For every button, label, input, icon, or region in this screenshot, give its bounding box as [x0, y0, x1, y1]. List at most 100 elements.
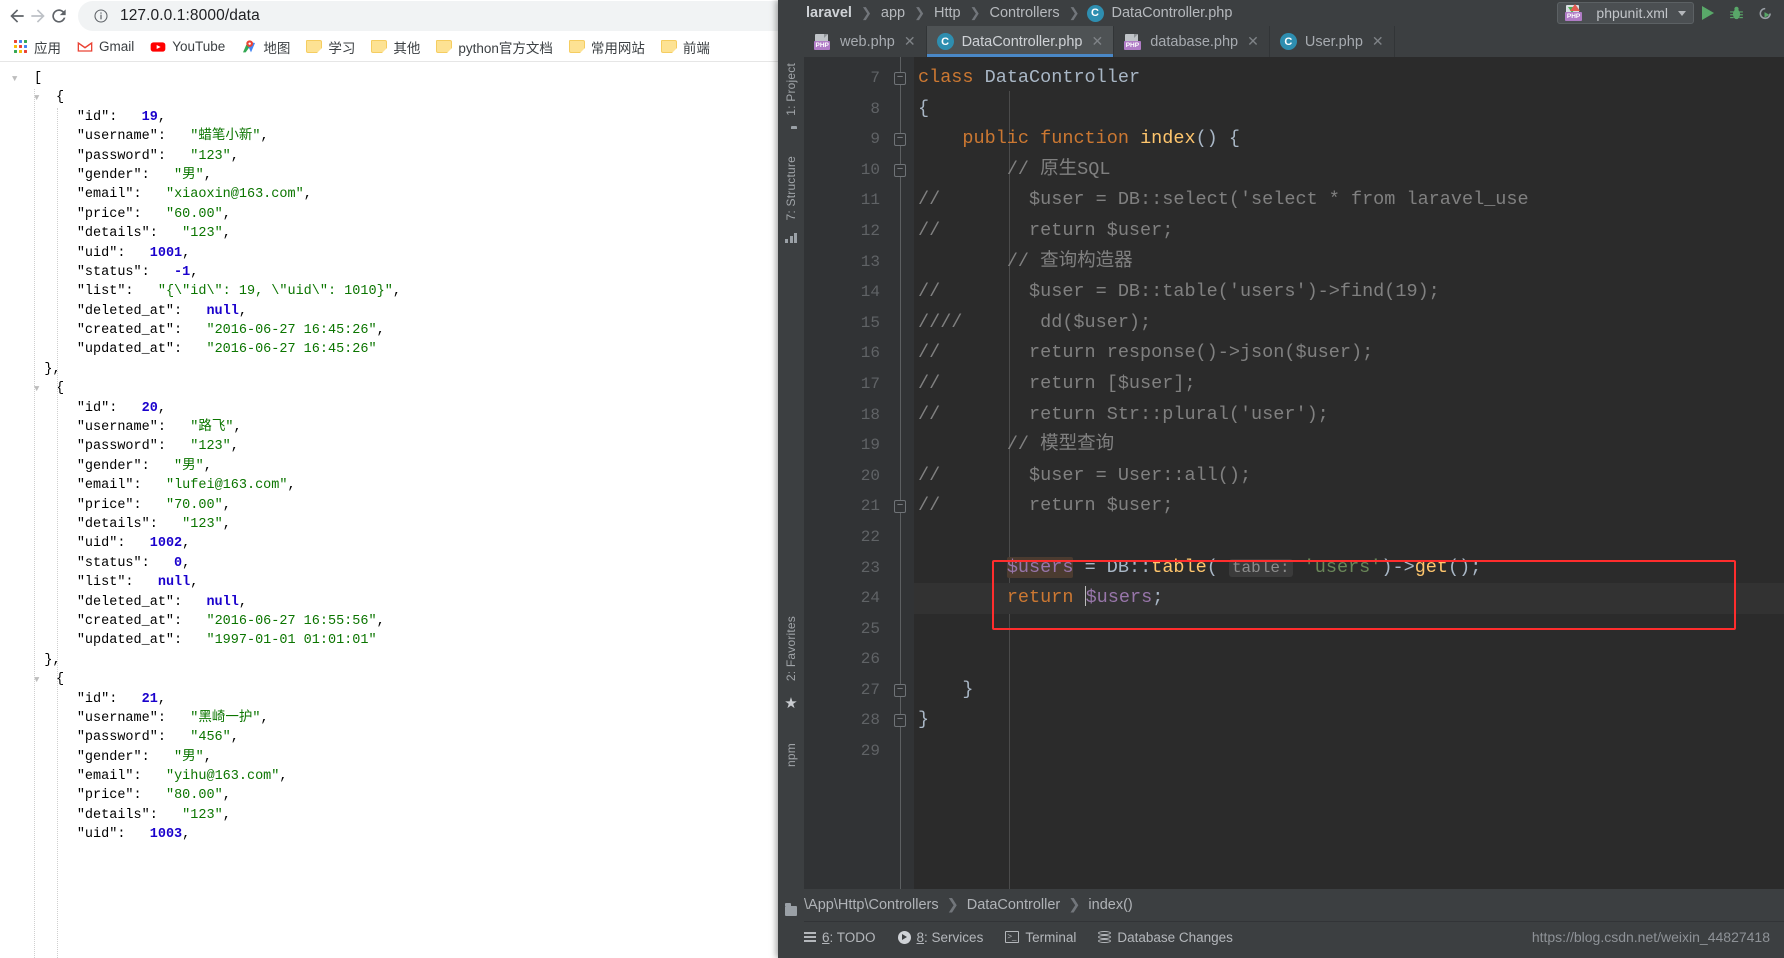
collapse-triangle-icon[interactable]: ▼	[34, 89, 56, 108]
debug-button[interactable]	[1722, 2, 1750, 24]
php-file-icon: PHP	[1124, 33, 1143, 50]
fold-toggle-icon[interactable]: −	[894, 714, 906, 728]
structure-icon[interactable]	[785, 233, 797, 244]
tool-window-favorites[interactable]: 2: Favorites	[784, 610, 798, 687]
close-icon[interactable]: ✕	[1247, 33, 1259, 50]
breadcrumb-controllers[interactable]: Controllers	[987, 5, 1061, 21]
bug-icon	[1729, 6, 1743, 19]
fold-toggle-icon[interactable]: −	[894, 683, 906, 697]
bookmark-label: 其他	[393, 40, 421, 56]
code-content[interactable]: class DataController { public function i…	[914, 57, 1784, 889]
rerun-button[interactable]	[1750, 2, 1778, 24]
fold-toggle-icon[interactable]: −	[894, 163, 906, 177]
tool-window-structure[interactable]: 7: Structure	[784, 150, 798, 226]
bookmark-folder-other[interactable]: 其他	[363, 35, 428, 59]
line-number: 20	[860, 466, 880, 485]
bookmark-apps[interactable]: 应用	[4, 35, 69, 59]
tab-user-php[interactable]: C User.php ✕	[1270, 26, 1395, 57]
tab-label: web.php	[840, 33, 895, 50]
bookmark-folder-pythondocs[interactable]: python官方文档	[428, 35, 561, 59]
code-line: // return $user;	[918, 219, 1174, 241]
watermark-url: https://blog.csdn.net/weixin_44827418	[1531, 929, 1770, 945]
breadcrumb-http[interactable]: Http	[932, 5, 963, 21]
breadcrumb-separator-icon: ❯	[1068, 897, 1081, 913]
code-line: class DataController	[918, 67, 1141, 88]
breadcrumb-separator-icon: ❯	[1068, 5, 1080, 20]
status-terminal[interactable]: >_ Terminal	[1005, 930, 1076, 945]
bookmark-maps[interactable]: 地图	[233, 35, 298, 59]
address-bar-url: 127.0.0.1:8000/data	[119, 7, 260, 24]
reload-button[interactable]	[49, 1, 70, 31]
fold-toggle-icon[interactable]: −	[894, 500, 906, 514]
site-info-icon[interactable]	[92, 7, 110, 25]
line-number: 18	[860, 405, 880, 424]
editor-area: 1: Project 7: Structure 2: Favorites ★ n…	[778, 57, 1784, 889]
terminal-toggle-icon[interactable]	[785, 903, 797, 916]
bookmark-folder-frontend[interactable]: 前端	[653, 35, 718, 59]
code-line: public function index() {	[962, 128, 1240, 150]
close-icon[interactable]: ✕	[1091, 33, 1103, 50]
status-terminal-label: Terminal	[1025, 929, 1077, 945]
back-button[interactable]	[6, 1, 27, 31]
status-todo[interactable]: 6: TODO	[804, 930, 876, 945]
code-line: //// dd($user);	[918, 311, 1152, 333]
forward-button[interactable]	[27, 1, 48, 31]
apps-grid-icon	[12, 39, 28, 55]
line-number: 16	[860, 344, 880, 363]
fold-toggle-icon[interactable]: −	[894, 133, 906, 147]
status-database-changes[interactable]: Database Changes	[1098, 930, 1233, 945]
xml-file-icon: PHP	[1565, 4, 1584, 21]
tool-window-npm[interactable]: npm	[784, 737, 798, 773]
close-icon[interactable]: ✕	[904, 33, 916, 50]
tab-database-php[interactable]: PHP database.php ✕	[1114, 26, 1270, 57]
close-icon[interactable]: ✕	[1372, 33, 1384, 50]
line-number: 24	[860, 589, 880, 608]
line-number: 12	[860, 221, 880, 240]
tab-web-php[interactable]: PHP web.php ✕	[804, 26, 927, 57]
run-button[interactable]	[1694, 2, 1722, 24]
code-line: // return [$user];	[918, 372, 1196, 394]
services-icon	[897, 930, 911, 944]
breadcrumb-file[interactable]: DataController.php	[1110, 5, 1235, 21]
bookmark-folder-study[interactable]: 学习	[298, 35, 363, 59]
back-arrow-icon	[9, 9, 24, 23]
code-line: // return $user;	[918, 495, 1174, 517]
collapse-triangle-icon[interactable]: ▼	[34, 380, 56, 399]
php-class-icon: C	[936, 33, 954, 50]
breadcrumb-namespace[interactable]: \App\Http\Controllers	[804, 897, 939, 913]
editor-breadcrumb: \App\Http\Controllers ❯ DataController ❯…	[778, 889, 1784, 921]
bookmark-gmail[interactable]: Gmail	[69, 37, 142, 57]
line-number: 10−	[804, 155, 914, 186]
status-services[interactable]: 8: Services	[897, 930, 983, 945]
code-line: $users = DB::table( table: 'users')->get…	[1006, 556, 1482, 578]
bookmark-label: 地图	[263, 40, 291, 56]
tab-label: DataController.php	[961, 33, 1083, 50]
code-line-selected: return $users;	[914, 583, 1784, 614]
code-line: // return response()->json($user);	[918, 342, 1374, 364]
collapse-triangle-icon[interactable]: ▼	[12, 70, 34, 89]
folder-icon	[660, 40, 677, 53]
line-number: 23	[860, 558, 880, 577]
fold-toggle-icon[interactable]: −	[894, 72, 906, 85]
line-number: 22	[860, 527, 880, 546]
run-configuration-label: phpunit.xml	[1596, 5, 1668, 21]
folder-icon	[306, 40, 323, 53]
todo-icon	[804, 932, 816, 942]
favorites-star-icon[interactable]: ★	[784, 694, 797, 712]
collapse-triangle-icon[interactable]: ▼	[34, 671, 56, 690]
bookmark-youtube[interactable]: YouTube	[142, 37, 233, 57]
breadcrumb-class[interactable]: DataController	[967, 897, 1061, 913]
tab-datacontroller-php[interactable]: C DataController.php ✕	[926, 26, 1115, 57]
tool-window-project[interactable]: 1: Project	[784, 57, 798, 122]
folder-icon	[436, 40, 453, 53]
bookmark-folder-common-sites[interactable]: 常用网站	[561, 35, 653, 59]
line-number: 28−	[804, 705, 914, 736]
google-maps-icon	[241, 39, 257, 55]
breadcrumb-app[interactable]: app	[879, 5, 907, 21]
breadcrumb-project[interactable]: laravel	[804, 5, 854, 21]
line-number-gutter: 7− 8 9− 10− 11 12 13 14 15 16 17 18 19 2…	[804, 57, 914, 889]
status-bar: 6: TODO 8: Services >_ Terminal Database…	[778, 921, 1784, 952]
tab-label: User.php	[1304, 33, 1363, 50]
breadcrumb-method[interactable]: index()	[1088, 897, 1132, 913]
run-configuration-selector[interactable]: PHP phpunit.xml	[1557, 2, 1694, 24]
